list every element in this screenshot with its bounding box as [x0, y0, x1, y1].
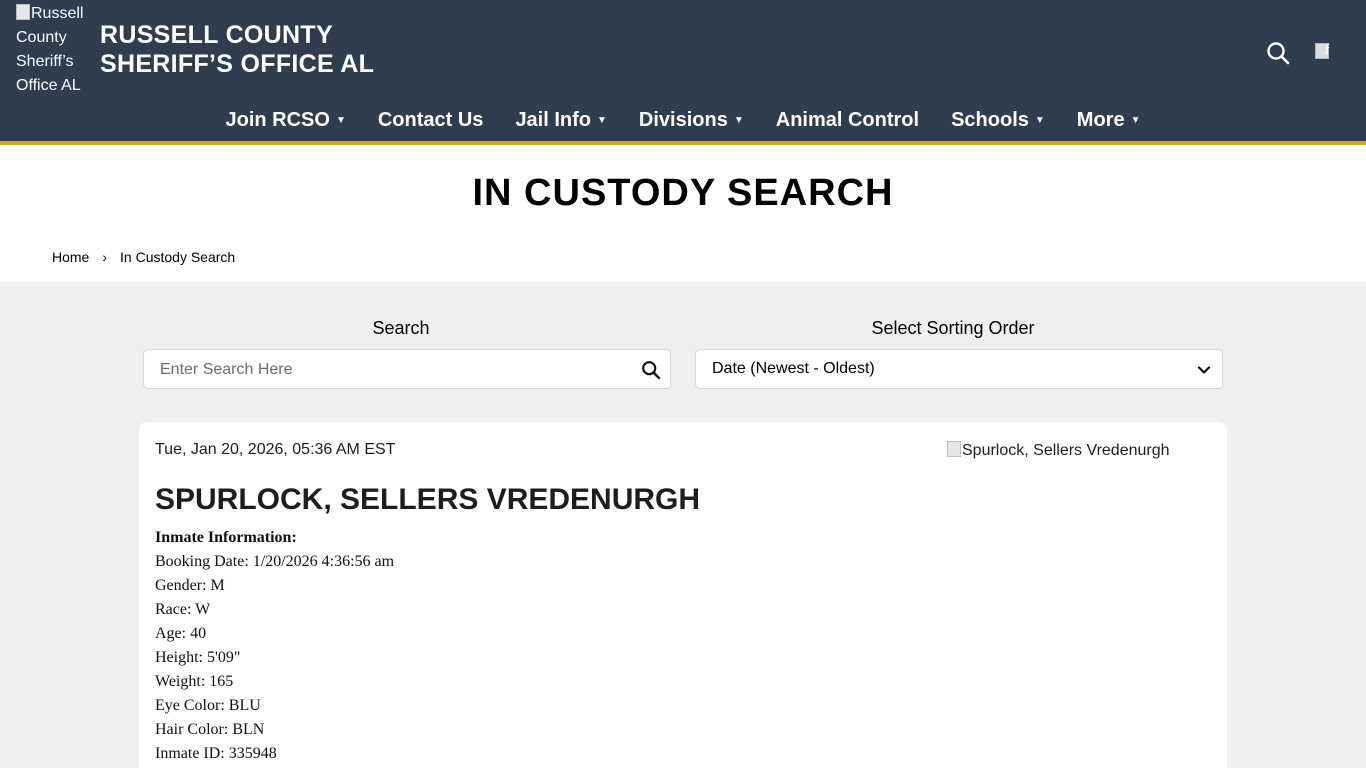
breadcrumb-current: In Custody Search: [120, 249, 236, 265]
translate-alt-text: f: [1325, 42, 1330, 59]
breadcrumb-separator: ›: [102, 249, 108, 265]
inmate-info-field: Eye Color: BLU: [155, 697, 261, 714]
inmate-card: Tue, Jan 20, 2026, 05:36 AM EST Spurlock…: [139, 422, 1227, 782]
booking-timestamp: Tue, Jan 20, 2026, 05:36 AM EST: [155, 441, 396, 458]
caret-down-icon: ▼: [1034, 114, 1045, 126]
nav-item-label: Contact Us: [377, 108, 484, 131]
inmate-info-field: Inmate ID: 335948: [155, 745, 277, 762]
inmate-info-heading: Inmate Information:: [155, 529, 297, 546]
nav-item-label: Schools: [951, 108, 1029, 131]
inmate-information: Inmate Information: Booking Date: 1/20/2…: [155, 526, 394, 766]
nav-item-join-rcso[interactable]: Join RCSO ▼: [210, 109, 362, 132]
breadcrumb: Home › In Custody Search: [52, 249, 235, 265]
nav-item-label: Join RCSO: [225, 108, 330, 131]
inmate-info-field: Height: 5'09": [155, 649, 241, 666]
page-title: IN CUSTODY SEARCH: [472, 172, 894, 214]
breadcrumb-home-link[interactable]: Home: [52, 249, 89, 265]
chevron-down-icon: [1197, 366, 1211, 374]
site-header: Russell County Sheriff’s Office AL RUSSE…: [0, 0, 1366, 145]
nav-item-schools[interactable]: Schools ▼: [935, 109, 1061, 132]
sort-label: Select Sorting Order: [871, 318, 1035, 338]
caret-down-icon: ▼: [1130, 114, 1141, 126]
main-nav: Join RCSO ▼ Contact Us Jail Info ▼ Divisions ▼…: [0, 104, 1366, 136]
caret-down-icon: ▼: [597, 114, 607, 126]
inmate-info-field: Age: 40: [155, 625, 207, 642]
broken-image-icon: [16, 4, 30, 20]
inmate-info-field: Hair Color: BLN: [155, 721, 265, 738]
inmate-info-field: Weight: 165: [155, 673, 234, 690]
search-submit-icon[interactable]: [641, 360, 661, 380]
inmate-photo-alt: Spurlock, Sellers Vredenurgh: [962, 442, 1170, 459]
search-input[interactable]: [144, 350, 642, 390]
nav-item-contact-us[interactable]: Contact Us: [362, 109, 500, 132]
site-title-line2: SHERIFF’S OFFICE AL: [100, 50, 375, 78]
search-icon[interactable]: [1266, 41, 1290, 65]
search-field: [143, 349, 671, 390]
nav-item-label: More: [1076, 108, 1125, 131]
translate-button[interactable]: f: [1315, 42, 1337, 61]
nav-item-animal-control[interactable]: Animal Control: [760, 109, 935, 132]
caret-down-icon: ▼: [733, 114, 744, 126]
sort-selected-value: Date (Newest - Oldest): [712, 360, 875, 377]
inmate-info-field: Gender: M: [155, 577, 225, 594]
inmate-name[interactable]: SPURLOCK, SELLERS VREDENURGH: [155, 483, 700, 517]
sort-order-select[interactable]: Date (Newest - Oldest): [695, 349, 1223, 389]
inmate-photo: Spurlock, Sellers Vredenurgh: [947, 441, 1170, 460]
nav-item-label: Animal Control: [775, 108, 920, 131]
caret-down-icon: ▼: [335, 114, 346, 126]
inmate-info-field: Race: W: [155, 601, 211, 618]
site-title[interactable]: RUSSELL COUNTY SHERIFF’S OFFICE AL: [100, 21, 374, 79]
nav-item-jail-info[interactable]: Jail Info ▼: [499, 109, 622, 132]
nav-item-label: Jail Info: [515, 108, 592, 131]
site-logo[interactable]: Russell County Sheriff’s Office AL: [16, 2, 100, 98]
broken-image-icon: [947, 441, 961, 457]
inmate-info-field: Booking Date: 1/20/2026 4:36:56 am: [155, 553, 395, 570]
nav-item-divisions[interactable]: Divisions ▼: [623, 109, 760, 132]
nav-item-label: Divisions: [638, 108, 728, 131]
site-title-line1: RUSSELL COUNTY: [100, 21, 333, 49]
nav-item-more[interactable]: More ▼: [1061, 109, 1157, 132]
search-label: Search: [372, 318, 430, 338]
main-content: Search Select Sorting Order Date (Newest…: [0, 282, 1366, 782]
